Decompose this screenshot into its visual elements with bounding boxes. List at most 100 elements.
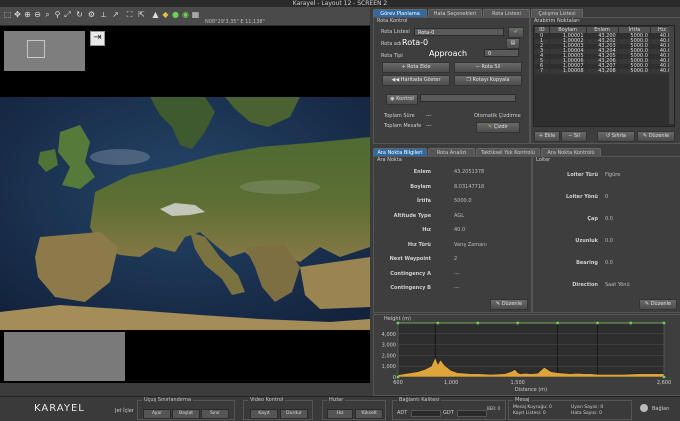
check-button[interactable]: ◉ Kontrol bbox=[386, 94, 418, 105]
layer-icon[interactable]: ⛶ bbox=[125, 10, 134, 20]
video-record-button[interactable]: Kayıt bbox=[250, 409, 278, 419]
waypoint-scrollbar[interactable] bbox=[669, 26, 674, 124]
waypoint-table: ID Boylam Enlem İrtifa Hız 0 1,00001 43,20… bbox=[534, 26, 675, 74]
loiter-field-value[interactable]: 0.0 bbox=[605, 216, 613, 222]
zoom-box-icon[interactable]: ⌕ bbox=[43, 10, 52, 20]
detail-field-value[interactable]: 40.0 bbox=[454, 227, 465, 233]
connect-indicator-icon bbox=[640, 404, 648, 412]
loiter-field-label: Direction bbox=[572, 282, 598, 288]
waypoint-detail-title: Ara Nokta bbox=[377, 157, 402, 163]
loiter-field-label: Loiter Türü bbox=[567, 172, 598, 178]
show-on-map-button[interactable]: ◀◀ Haritada Göster bbox=[382, 75, 450, 86]
grid-icon[interactable]: ▦ bbox=[191, 10, 200, 20]
detail-field-value[interactable]: --- bbox=[454, 271, 459, 277]
waypoint-table-container[interactable]: ID Boylam Enlem İrtifa Hız 0 1,00001 43,20… bbox=[533, 25, 675, 127]
tool-icon[interactable]: ⚙ bbox=[87, 10, 96, 20]
route-index-select[interactable]: 0 bbox=[484, 49, 519, 57]
detail-field-value[interactable]: --- bbox=[454, 285, 459, 291]
delete-waypoint-label: Sil bbox=[573, 133, 580, 139]
route-point bbox=[662, 321, 666, 325]
collapse-arrow-button[interactable]: ⇥ bbox=[90, 31, 105, 46]
total-distance-value: --- bbox=[426, 123, 432, 129]
overview-viewport[interactable] bbox=[27, 40, 45, 58]
route-point bbox=[556, 321, 559, 325]
route-list-select[interactable]: Rota-0 bbox=[414, 28, 504, 36]
zoom-in-icon[interactable]: ⊕ bbox=[23, 10, 32, 20]
zoom-fit-icon[interactable]: ⤢ bbox=[63, 10, 72, 20]
ruler-icon[interactable]: ↗ bbox=[111, 10, 120, 20]
copy-route-button[interactable]: ❐ Rotayı Kopyala bbox=[454, 75, 522, 86]
loiter-field-value[interactable]: Saat Yönü bbox=[605, 282, 630, 288]
message-queue-text: Mesaj Kuyruğu: 0 bbox=[513, 405, 552, 410]
y-tick-label: 3,000 bbox=[382, 343, 396, 349]
pointer-icon[interactable]: ⬚ bbox=[3, 10, 12, 20]
route-name-value[interactable]: Rota-0 bbox=[402, 38, 428, 47]
detail-field-label: Boylam bbox=[410, 183, 431, 190]
delete-route-button[interactable]: − Rota Sil bbox=[454, 62, 522, 73]
connect-button[interactable]: Bağlan bbox=[652, 406, 669, 412]
edit-waypoint-button[interactable]: ✎ Düzenle bbox=[637, 131, 675, 142]
measure-icon[interactable]: ⟂ bbox=[99, 10, 108, 20]
edit-loiter-button[interactable]: ✎ Düzenle bbox=[639, 299, 677, 310]
detail-field-value[interactable]: 43.2051378 bbox=[454, 169, 484, 175]
map-toolbar: ⬚ ✥ ⊕ ⊖ ⌕ ⚲ ⤢ ↻ ⚙ ⟂ ↗ ⛶ ⇱ ▲ ◆ ● ◉ ▦ N08°… bbox=[0, 7, 370, 26]
route-point bbox=[396, 321, 400, 325]
loiter-field-value[interactable]: 0.0 bbox=[605, 238, 613, 244]
speed-button[interactable]: Hız bbox=[327, 409, 353, 419]
y-tick-label: 4,000 bbox=[382, 332, 396, 338]
add-waypoint-label: Ekle bbox=[544, 133, 556, 139]
expand-icon[interactable]: ⇱ bbox=[137, 10, 146, 20]
route-type-value[interactable]: Approach bbox=[429, 49, 467, 58]
x-tick-label: 1,000 bbox=[444, 380, 458, 386]
speed-group: Hızlar Hız Yükselt bbox=[322, 397, 386, 420]
overview-map[interactable] bbox=[4, 31, 85, 71]
satellite-map-image[interactable] bbox=[0, 97, 370, 330]
loiter-field-value[interactable]: Figüre bbox=[605, 172, 620, 178]
connection-quality-group: Bağlantı Kalitesi ADT GDT BER: 0 bbox=[392, 397, 506, 420]
pan-icon[interactable]: ✥ bbox=[13, 10, 22, 20]
reset-waypoint-label: Sıfırla bbox=[611, 133, 626, 139]
detail-field-value[interactable]: Varış Zamanı bbox=[454, 242, 487, 248]
target-icon[interactable]: ● bbox=[171, 10, 180, 20]
check-input[interactable] bbox=[420, 94, 516, 102]
total-time-label: Toplam Süre bbox=[384, 113, 415, 119]
detail-field-value[interactable]: 5000.0 bbox=[454, 198, 472, 204]
detail-field-value[interactable]: AGL bbox=[454, 213, 464, 219]
search-icon[interactable]: ⚲ bbox=[53, 10, 62, 20]
loiter-field-value[interactable]: 0 bbox=[605, 194, 608, 200]
flight-limit-button[interactable]: Sınır bbox=[201, 409, 229, 419]
detail-field-value[interactable]: 2 bbox=[454, 256, 457, 262]
elevation-chart[interactable]: 01,0002,0003,0004,000600 1,000 1,500 2,600D… bbox=[374, 315, 680, 395]
waypoint-list-title: Arabirim Noktaları bbox=[534, 18, 580, 24]
document-icon[interactable]: ▤ bbox=[506, 38, 520, 49]
loiter-panel: Loiter Loiter Türü Figüre Loiter Yönü 0 Çap 0… bbox=[532, 156, 680, 313]
warning-count-text: Uyarı Sayısı: 0 bbox=[571, 405, 604, 410]
route-point bbox=[516, 321, 520, 325]
x-tick-label: 2,600 bbox=[657, 380, 671, 386]
add-route-button[interactable]: + Rota Ekle bbox=[382, 62, 450, 73]
pin-icon[interactable]: ◆ bbox=[161, 10, 170, 20]
climb-button[interactable]: Yükselt bbox=[355, 409, 383, 419]
auto-draw-label: Otomatik Çizdirme bbox=[474, 113, 521, 119]
route-list-label: Rota Listesi bbox=[381, 29, 410, 35]
draw-label: Çizdir bbox=[493, 124, 508, 130]
add-waypoint-button[interactable]: + Ekle bbox=[534, 131, 560, 142]
zoom-out-icon[interactable]: ⊖ bbox=[33, 10, 42, 20]
video-stop-button[interactable]: Durdur bbox=[280, 409, 308, 419]
loiter-field-value[interactable]: 0.0 bbox=[605, 260, 613, 266]
table-row[interactable]: 7 1,00008 43,208 5000.0 40.0 bbox=[534, 69, 675, 74]
title-bar: Karayel - Layout 12 - SCREEN 2 bbox=[0, 0, 680, 7]
detail-field-value[interactable]: 8.03147718 bbox=[454, 184, 484, 190]
waypoint-detail-panel: Ara Nokta Enlem 43.2051378 Boylam 8.0314771… bbox=[373, 156, 532, 313]
flight-setting-button[interactable]: Ayar bbox=[143, 409, 171, 419]
detail-field-label: Next Waypoint bbox=[389, 256, 431, 262]
delete-waypoint-button[interactable]: − Sil bbox=[561, 131, 587, 142]
reset-waypoint-button[interactable]: ↺ Sıfırla bbox=[597, 131, 635, 142]
draw-button[interactable]: ✎ Çizdir bbox=[476, 122, 520, 133]
flight-start-button[interactable]: Başlat bbox=[172, 409, 200, 419]
rotate-icon[interactable]: ↻ bbox=[75, 10, 84, 20]
globe-icon[interactable]: ◉ bbox=[181, 10, 190, 20]
confirm-route-icon[interactable]: ✔ bbox=[508, 27, 524, 38]
marker-icon[interactable]: ▲ bbox=[151, 10, 160, 20]
edit-waypoint-detail-button[interactable]: ✎ Düzenle bbox=[490, 299, 528, 310]
